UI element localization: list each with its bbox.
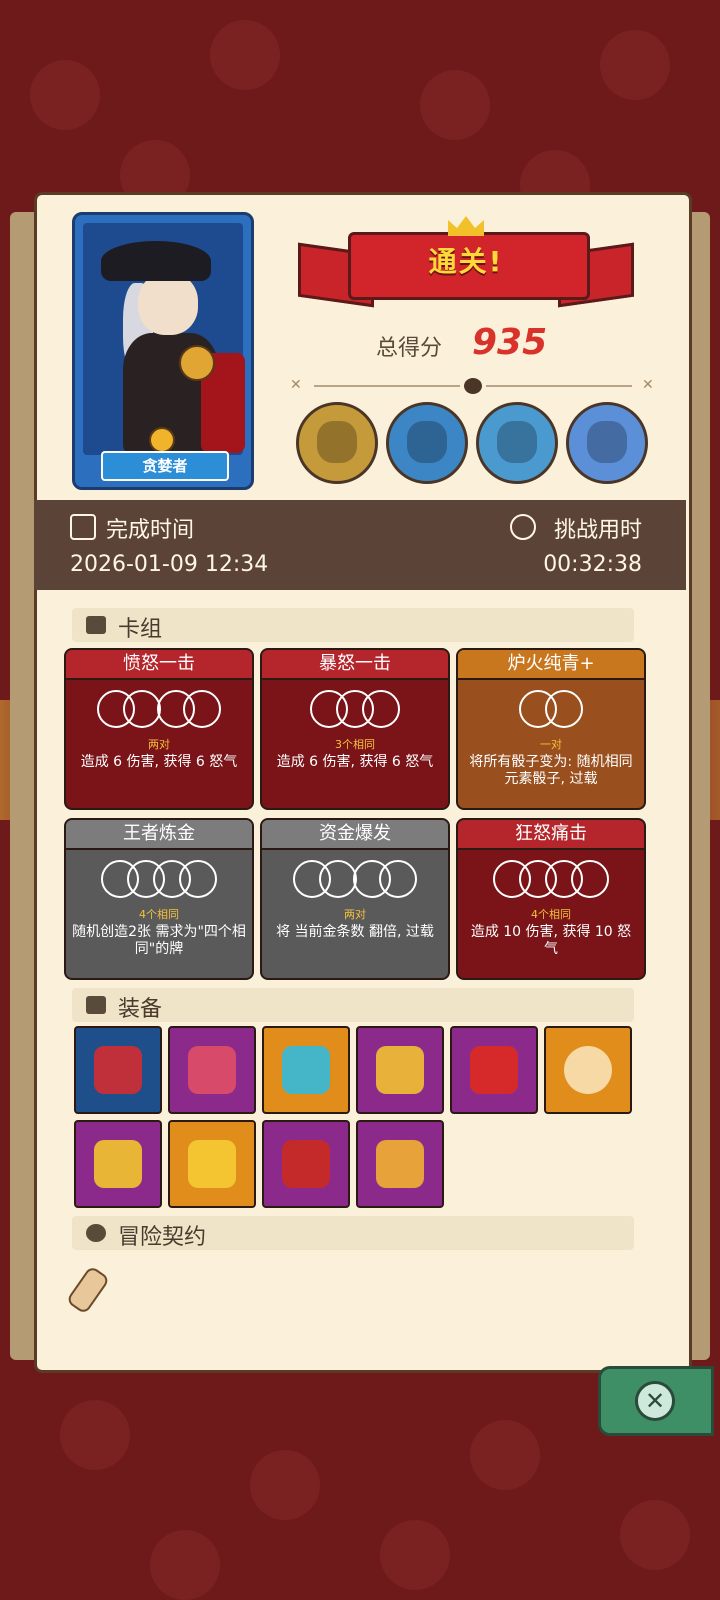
golden-crown-icon[interactable] [168,1120,256,1208]
dice-slots [66,860,252,900]
card-description: 造成 6 伤害, 获得 6 怒气 [80,754,238,770]
character-name: 贪婪者 [101,451,229,481]
card-5[interactable]: 资金爆发 两对 将 当前金条数 翻倍, 过载 [260,818,450,980]
boss-divider: ✕ ✕ [290,374,656,398]
fish-boss-icon[interactable] [476,402,558,484]
card-requirement: 3个相同 [335,738,375,751]
spirit-flame-icon[interactable] [262,1026,350,1114]
deck-section-title: 卡组 [118,617,163,642]
character-art [83,223,245,455]
dice-slots [262,690,448,730]
character-card[interactable]: 贪婪者 [72,212,254,490]
witch-hat [101,241,211,281]
face [138,273,198,335]
card-name: 王者炼金 [66,820,252,850]
card-name: 狂怒痛击 [458,820,644,850]
score-label: 总得分 [376,336,443,361]
stopwatch-icon [510,514,536,540]
close-button[interactable]: ✕ [598,1366,714,1436]
card-2[interactable]: 暴怒一击 3个相同 造成 6 伤害, 获得 6 怒气 [260,648,450,810]
card-name: 暴怒一击 [262,650,448,680]
close-icon: ✕ [635,1381,675,1421]
box-icon [86,996,106,1014]
card-requirement: 两对 [344,908,366,921]
ring-coin-icon[interactable] [544,1026,632,1114]
dice-slots [458,860,644,900]
card-name: 炉火纯青+ [458,650,644,680]
card-requirement: 4个相同 [139,908,179,921]
card-name: 资金爆发 [262,820,448,850]
challenge-time-value: 00:32:38 [543,552,642,577]
victory-title: 通关! [428,245,504,278]
ruby-scepter-icon[interactable] [74,1026,162,1114]
score-value: 935 [472,322,548,363]
medal-icon [149,427,175,453]
treasure-chest-icon[interactable] [74,1120,162,1208]
person-icon [86,1224,106,1242]
card-requirement: 一对 [540,738,562,751]
scroll-icon[interactable] [65,1262,116,1315]
deck-section-header: 卡组 [72,608,634,642]
jelly-monster-icon[interactable] [168,1026,256,1114]
contract-section-header: 冒险契约 [72,1216,634,1250]
card-description: 造成 6 伤害, 获得 6 怒气 [276,754,434,770]
time-bar: 完成时间 挑战用时 2026-01-09 12:34 00:32:38 [34,500,686,590]
dice-slots [262,860,448,900]
card-4[interactable]: 王者炼金 4个相同 随机创造2张 需求为"四个相同"的牌 [64,818,254,980]
card-6[interactable]: 狂怒痛击 4个相同 造成 10 伤害, 获得 10 怒气 [456,818,646,980]
red-gauntlet-icon[interactable] [450,1026,538,1114]
red-cyclops-boss-icon[interactable] [296,402,378,484]
dice-slots [66,690,252,730]
skull-king-boss-icon[interactable] [566,402,648,484]
card-description: 随机创造2张 需求为"四个相同"的牌 [72,924,246,957]
golden-glove-icon[interactable] [356,1120,444,1208]
spiked-bracelet-icon[interactable] [262,1120,350,1208]
crossed-swords-icon: ✕ [290,377,302,393]
cards-icon [86,616,106,634]
crossed-swords-icon: ✕ [642,377,654,393]
equipment-section-header: 装备 [72,988,634,1022]
skull-icon [460,374,486,398]
card-description: 将所有骰子变为: 随机相同元素骰子, 过载 [469,754,633,787]
card-name: 愤怒一击 [66,650,252,680]
equipment-section-title: 装备 [118,997,163,1022]
finish-time-label: 完成时间 [106,518,195,543]
crown-icon [448,216,484,236]
card-3[interactable]: 炉火纯青+ 一对 将所有骰子变为: 随机相同元素骰子, 过载 [456,648,646,810]
dice-slots [458,690,644,730]
card-description: 将 当前金条数 翻倍, 过载 [276,924,434,940]
score-row: 总得分 935 [370,322,630,366]
card-description: 造成 10 伤害, 获得 10 怒气 [470,924,632,957]
finish-time-value: 2026-01-09 12:34 [70,552,269,577]
calendar-icon [70,514,96,540]
card-requirement: 两对 [148,738,170,751]
spider-boss-icon[interactable] [386,402,468,484]
card-1[interactable]: 愤怒一击 两对 造成 6 伤害, 获得 6 怒气 [64,648,254,810]
contract-section-title: 冒险契约 [118,1225,207,1250]
golden-ruler-icon[interactable] [356,1026,444,1114]
gold-coin-icon [179,345,215,381]
challenge-time-label: 挑战用时 [553,518,642,543]
card-requirement: 4个相同 [531,908,571,921]
victory-banner: 通关! [298,216,634,318]
